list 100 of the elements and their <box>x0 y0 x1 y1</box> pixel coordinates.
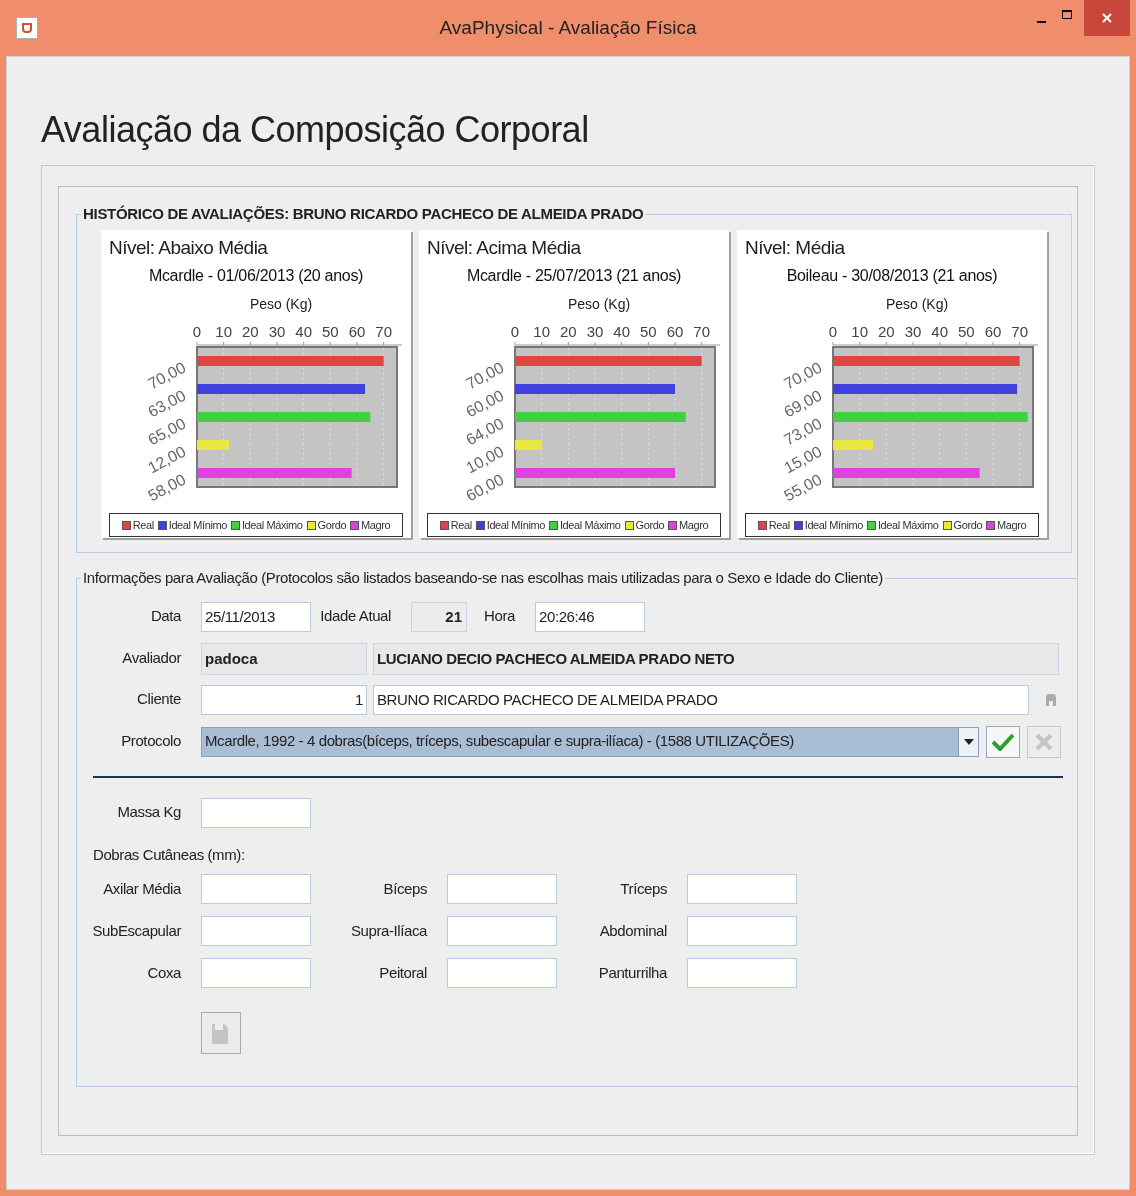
legend-swatch <box>121 520 131 530</box>
confirm-button[interactable] <box>986 725 1020 758</box>
input-field[interactable] <box>201 916 311 946</box>
bar <box>197 440 229 450</box>
field-label: SubEscapular <box>91 920 181 941</box>
bar <box>515 440 542 450</box>
input-field[interactable] <box>447 916 557 946</box>
close-icon <box>1035 732 1053 751</box>
legend-swatch <box>350 520 360 530</box>
tick-label: 60 <box>348 323 366 340</box>
tick-label: 40 <box>613 323 630 340</box>
chart-title: Boileau - 30/08/2013 (21 anos) <box>786 266 998 286</box>
page-heading: Avaliação da Composição Corporal <box>41 108 590 152</box>
close-icon <box>1101 12 1113 24</box>
axis-label: Peso (Kg) <box>249 295 313 314</box>
tick-label: 60 <box>984 323 1002 340</box>
field-label: Data <box>149 606 181 627</box>
tick-label: 50 <box>640 323 657 340</box>
protocol-dropdown[interactable]: Mcardle, 1992 - 4 dobras(bíceps, tríceps, subescapular e supra-ilíaca) - (1588 UTILIZAÇÕES) <box>201 726 979 757</box>
input-field[interactable] <box>687 916 797 946</box>
input-field[interactable]: 1 <box>201 684 367 715</box>
legend-swatch <box>866 520 876 530</box>
legend-swatch <box>668 520 678 530</box>
floppy-icon <box>211 1021 231 1045</box>
tick-label: 50 <box>958 323 975 340</box>
input-field[interactable]: 20:26:46 <box>535 601 645 632</box>
chart-title: Mcardle - 01/06/2013 (20 anos) <box>148 266 364 286</box>
tick-label: 10 <box>215 323 232 340</box>
legend-label: Ideal Mínimo <box>486 517 545 533</box>
legend-label: Gordo <box>953 517 983 533</box>
input-field[interactable] <box>201 874 311 904</box>
field-label: Tríceps <box>619 878 667 899</box>
field-label: Abdominal <box>598 920 667 941</box>
tick-label: 20 <box>560 323 577 340</box>
input-field[interactable] <box>687 958 797 988</box>
tick-label: 60 <box>666 323 684 340</box>
legend-swatch <box>439 520 449 530</box>
close-button[interactable] <box>1084 0 1130 36</box>
field-label: Idade Atual <box>319 606 391 627</box>
legend-swatch <box>230 520 240 530</box>
tick-label: 10 <box>851 323 868 340</box>
field-label: Cliente <box>136 689 181 710</box>
legend-label: Ideal Mínimo <box>804 517 863 533</box>
tick-label: 20 <box>242 323 259 340</box>
axis-label: Peso (Kg) <box>885 295 949 314</box>
input-field[interactable]: BRUNO RICARDO PACHECO DE ALMEIDA PRADO <box>373 684 1029 715</box>
tick-label: 40 <box>295 323 312 340</box>
legend-label: Ideal Mínimo <box>168 517 227 533</box>
evaluator-name: LUCIANO DECIO PACHECO ALMEIDA PRADO NETO <box>373 642 1059 675</box>
input-field[interactable] <box>687 874 797 904</box>
bar <box>833 440 873 450</box>
tick-label: 30 <box>586 323 604 340</box>
checkmark-icon <box>992 732 1014 751</box>
legend-label: Magro <box>361 517 391 533</box>
legend-label: Ideal Máximo <box>877 517 939 533</box>
tick-label: 20 <box>878 323 895 340</box>
section-title: Informações para Avaliação (Protocolos são listados baseando-se nas escolhas mais utilizadas para o Sexo e Idade do Cliente) <box>82 568 884 588</box>
chart-level-label: Nível: Acima Média <box>427 235 581 260</box>
field-label: Hora <box>483 606 515 627</box>
legend-swatch <box>624 520 634 530</box>
input-field[interactable] <box>201 797 311 828</box>
legend-label: Ideal Máximo <box>559 517 621 533</box>
legend-label: Ideal Máximo <box>241 517 303 533</box>
window-title: AvaPhysical - Avaliação Física <box>438 15 698 40</box>
input-field[interactable] <box>447 874 557 904</box>
input-field[interactable] <box>201 958 311 988</box>
input-field[interactable]: 25/11/2013 <box>201 601 311 632</box>
legend-label: Magro <box>679 517 709 533</box>
legend-label: Real <box>450 517 472 533</box>
field-label: Supra-Ilíaca <box>349 920 427 941</box>
input-field[interactable] <box>447 958 557 988</box>
axis-label: Peso (Kg) <box>567 295 631 314</box>
legend-swatch <box>986 520 996 530</box>
app-icon <box>16 17 38 39</box>
tick-label: 70 <box>693 323 710 340</box>
field-label: Axilar Média <box>102 878 181 899</box>
field-label: Panturrilha <box>597 962 667 983</box>
tick-label: 0 <box>510 323 520 340</box>
age-value: 21 <box>411 601 467 632</box>
tick-label: 0 <box>192 323 202 340</box>
field-label: Bíceps <box>382 878 427 899</box>
evaluator-login: padoca <box>201 642 367 675</box>
section-title: HISTÓRICO DE AVALIAÇÕES: BRUNO RICARDO PACHECO DE ALMEIDA PRADO <box>82 204 645 224</box>
section-subtitle: Dobras Cutâneas (mm): <box>93 844 245 865</box>
field-label: Protocolo <box>120 731 181 752</box>
legend-swatch <box>757 520 767 530</box>
chart-title: Mcardle - 25/07/2013 (21 anos) <box>466 266 682 286</box>
legend-label: Gordo <box>635 517 665 533</box>
legend-swatch <box>548 520 558 530</box>
legend-swatch <box>475 520 485 530</box>
tick-label: 50 <box>322 323 339 340</box>
field-label: Peitoral <box>378 962 427 983</box>
tick-label: 0 <box>828 323 838 340</box>
legend-swatch <box>157 520 167 530</box>
legend-label: Magro <box>997 517 1027 533</box>
legend-label: Gordo <box>317 517 347 533</box>
tick-label: 70 <box>1011 323 1028 340</box>
tick-label: 30 <box>268 323 286 340</box>
tick-label: 40 <box>931 323 948 340</box>
chart-level-label: Nível: Abaixo Média <box>109 235 268 260</box>
